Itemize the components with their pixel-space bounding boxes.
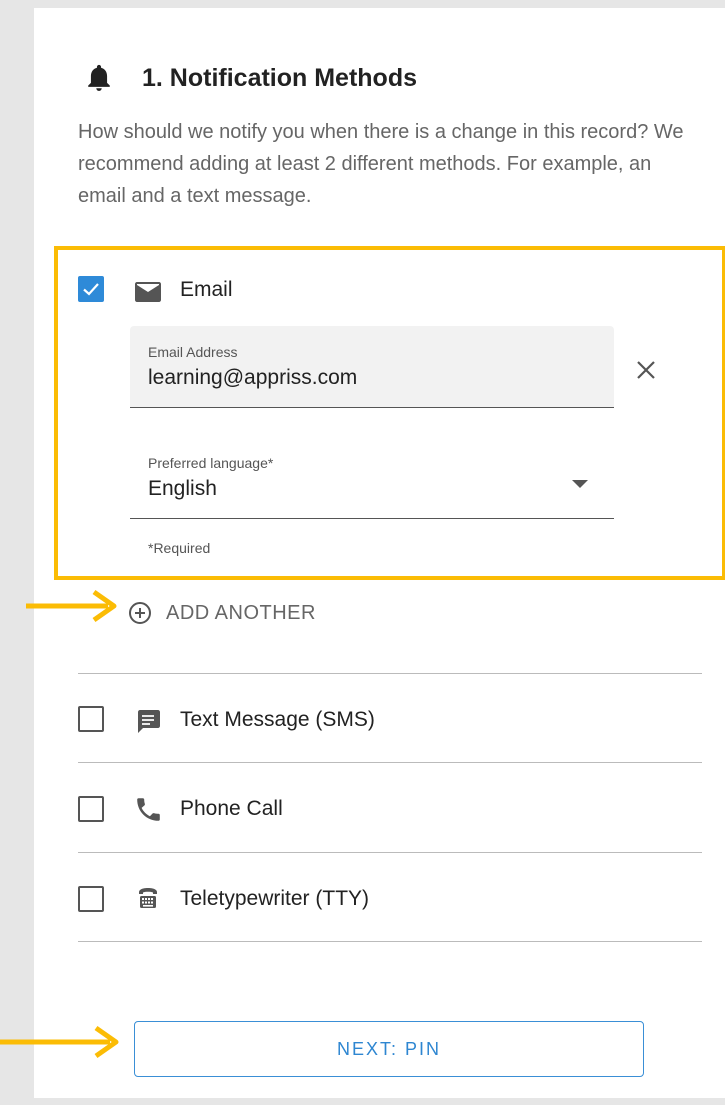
phone-method-label: Phone Call [180,797,283,820]
divider [78,673,702,674]
required-note: *Required [148,540,211,556]
section-header: 1. Notification Methods [86,58,417,98]
section-title: 1. Notification Methods [142,63,417,92]
phone-icon [137,798,160,821]
preferred-language-value: English [148,477,217,500]
bell-icon [88,64,110,91]
divider [78,941,702,942]
notification-methods-card: 1. Notification Methods How should we no… [34,8,725,1098]
remove-email-close-icon[interactable] [632,356,660,384]
add-circle-icon [129,602,151,624]
next-pin-button[interactable]: NEXT: PIN [134,1021,644,1077]
preferred-language-select[interactable]: Preferred language* English [130,437,614,519]
email-checkbox[interactable] [78,276,104,302]
mail-icon [135,282,161,302]
arrow-right-icon [0,1025,119,1059]
section-description: How should we notify you when there is a… [78,121,684,207]
message-icon [138,710,160,733]
sms-checkbox[interactable] [78,706,104,732]
email-address-label: Email Address [148,344,238,360]
tty-icon [139,888,157,908]
check-icon [83,283,99,296]
tty-checkbox[interactable] [78,886,104,912]
divider [78,762,702,763]
tty-method-label: Teletypewriter (TTY) [180,887,370,910]
phone-checkbox[interactable] [78,796,104,822]
email-address-value[interactable]: learning@appriss.com [148,366,357,390]
add-another-button[interactable]: ADD ANOTHER [128,600,316,626]
email-method-label: Email [180,278,233,301]
sms-method-label: Text Message (SMS) [180,708,375,731]
add-another-label: ADD ANOTHER [166,601,316,624]
email-address-field[interactable]: Email Address learning@appriss.com [130,326,614,408]
preferred-language-label: Preferred language* [148,455,274,471]
divider [78,852,702,853]
chevron-down-icon[interactable] [572,480,588,488]
arrow-right-icon [26,589,117,623]
